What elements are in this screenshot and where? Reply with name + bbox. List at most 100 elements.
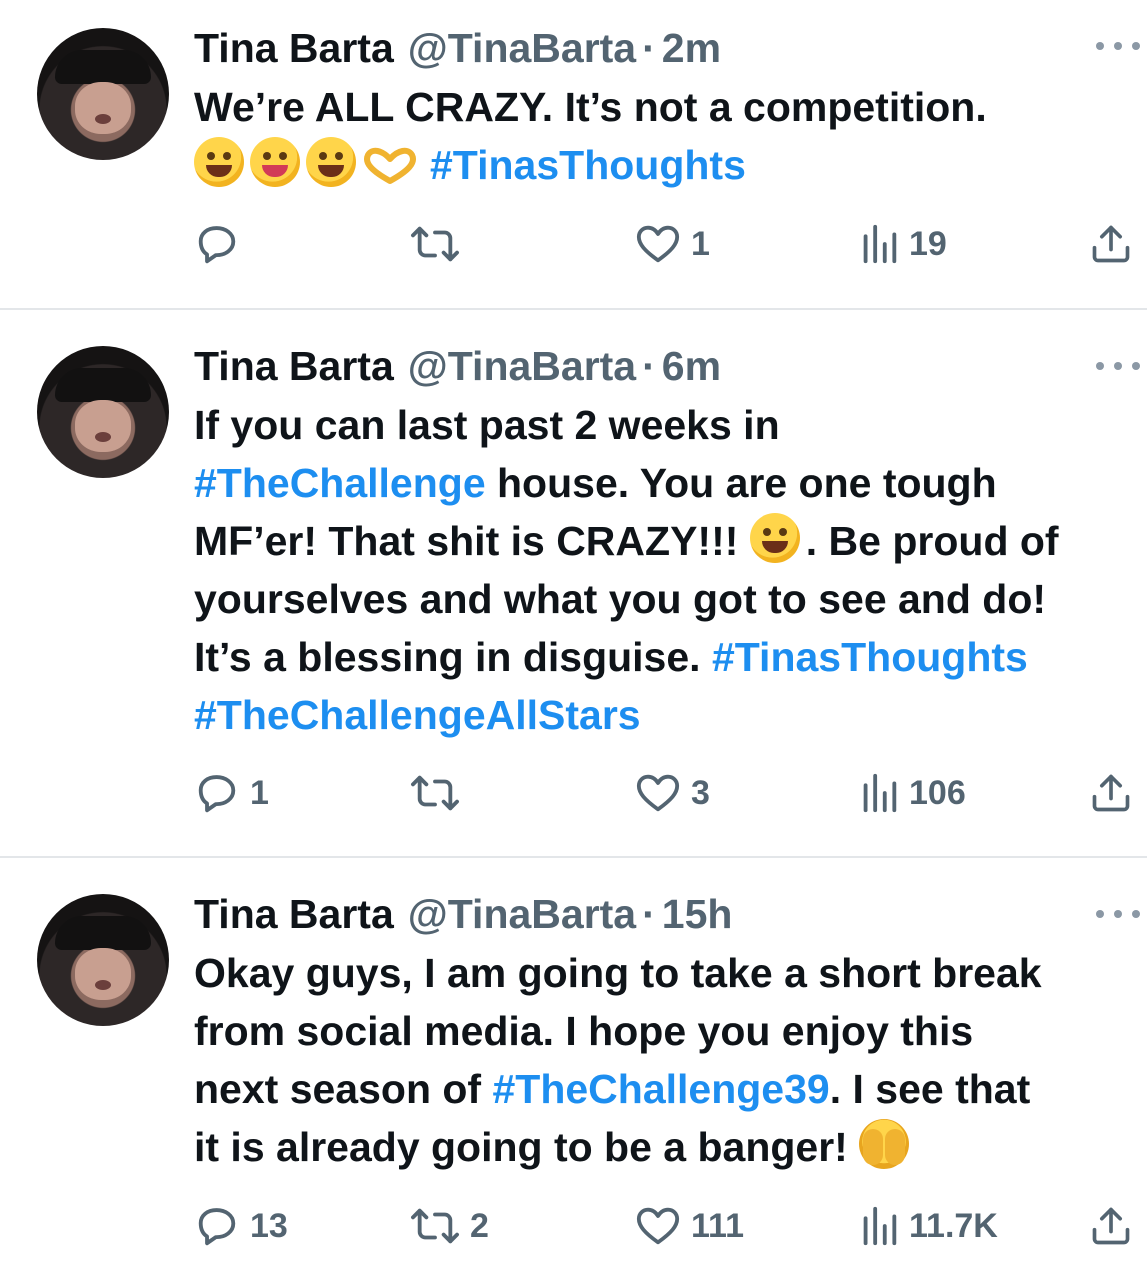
- separator-dot: ·: [642, 24, 656, 71]
- reply-button[interactable]: 1: [194, 768, 269, 818]
- views-button[interactable]: 106: [859, 768, 966, 818]
- author-handle[interactable]: @TinaBarta: [408, 25, 636, 72]
- views-button[interactable]: 19: [859, 219, 947, 269]
- retweet-button[interactable]: [410, 768, 460, 818]
- tweet-actions: 1 3 106: [194, 768, 1139, 818]
- tweet-text-segment: next season of: [194, 1066, 493, 1112]
- author-name[interactable]: Tina Barta: [194, 891, 394, 938]
- tweet-text-line: it is already going to be a banger!: [194, 1118, 1139, 1176]
- zany-face-emoji: [250, 137, 300, 187]
- tweet-text-segment: It’s a blessing in disguise.: [194, 634, 712, 680]
- tweet-text-segment: MF’er! That shit is CRAZY!!!: [194, 518, 750, 564]
- tweet-text-segment: yourselves and what you got to see and d…: [194, 576, 1047, 622]
- separator-dot: ·: [642, 890, 656, 937]
- tweet-text-line: It’s a blessing in disguise. #TinasThoug…: [194, 628, 1139, 686]
- author-handle[interactable]: @TinaBarta: [408, 343, 636, 390]
- tweet-text: Okay guys, I am going to take a short br…: [194, 944, 1139, 1176]
- hashtag-link[interactable]: #TheChallengeAllStars: [194, 692, 641, 738]
- author-name[interactable]: Tina Barta: [194, 343, 394, 390]
- more-options-icon[interactable]: [1096, 904, 1140, 924]
- reply-icon: [194, 770, 240, 816]
- timestamp[interactable]: 2m: [662, 25, 721, 72]
- tweet-text-segment: from social media. I hope you enjoy this: [194, 1008, 974, 1054]
- hashtag-link[interactable]: #TheChallenge: [194, 460, 486, 506]
- reply-count: 1: [250, 773, 269, 812]
- tweet-text-line: Okay guys, I am going to take a short br…: [194, 944, 1139, 1002]
- views-button[interactable]: 11.7K: [859, 1201, 998, 1251]
- retweet-icon: [410, 221, 460, 267]
- views-icon: [859, 1203, 899, 1249]
- tweet-text-line: #TheChallenge house. You are one tough: [194, 454, 1139, 512]
- tweet-text-segment: We’re ALL CRAZY. It’s not a competition.: [194, 84, 987, 130]
- reply-icon: [194, 1203, 240, 1249]
- views-count: 11.7K: [909, 1206, 998, 1245]
- author-name[interactable]: Tina Barta: [194, 25, 394, 72]
- tweet-text-line: #TinasThoughts: [194, 136, 1139, 194]
- reply-count: 13: [250, 1206, 288, 1245]
- retweet-count: 2: [470, 1206, 489, 1245]
- tweet-text-segment: it is already going to be a banger!: [194, 1124, 860, 1170]
- hashtag-link[interactable]: #TheChallenge39: [492, 1066, 829, 1112]
- tweet[interactable]: Tina Barta @TinaBarta · 15h Okay guys, I…: [0, 858, 1147, 1284]
- tweet-actions: 1 19: [194, 219, 1139, 269]
- like-count: 1: [691, 224, 710, 263]
- tweet-header: Tina Barta @TinaBarta · 2m: [194, 22, 721, 74]
- timestamp[interactable]: 15h: [662, 891, 733, 938]
- reply-button[interactable]: [194, 219, 240, 269]
- tweet-header: Tina Barta @TinaBarta · 6m: [194, 340, 721, 392]
- avatar[interactable]: [37, 28, 169, 160]
- more-options-icon[interactable]: [1096, 356, 1140, 376]
- tweet-text-segment: . I see that: [829, 1066, 1031, 1112]
- share-icon: [1089, 221, 1133, 267]
- kissing-face-emoji: [306, 137, 356, 187]
- retweet-icon: [410, 1203, 460, 1249]
- tweet-text: If you can last past 2 weeks in #TheChall…: [194, 396, 1139, 744]
- views-icon: [859, 221, 899, 267]
- tweet-text-line: next season of #TheChallenge39. I see th…: [194, 1060, 1139, 1118]
- tweet-text-line: #TheChallengeAllStars: [194, 686, 1139, 744]
- author-handle[interactable]: @TinaBarta: [408, 891, 636, 938]
- tweet-text-segment: . Be proud of: [805, 518, 1059, 564]
- like-count: 111: [691, 1206, 744, 1245]
- like-button[interactable]: 1: [635, 219, 710, 269]
- avatar[interactable]: [37, 346, 169, 478]
- timestamp[interactable]: 6m: [662, 343, 721, 390]
- tweet[interactable]: Tina Barta @TinaBarta · 6m If you can la…: [0, 310, 1147, 856]
- like-button[interactable]: 111: [635, 1201, 744, 1251]
- like-icon: [635, 1203, 681, 1249]
- like-icon: [635, 221, 681, 267]
- tweet-text-line: If you can last past 2 weeks in: [194, 396, 1139, 454]
- share-icon: [1089, 1203, 1133, 1249]
- hashtag-link[interactable]: #TinasThoughts: [712, 634, 1028, 680]
- tweet-text-line: from social media. I hope you enjoy this: [194, 1002, 1139, 1060]
- tweet-text-segment: Okay guys, I am going to take a short br…: [194, 950, 1042, 996]
- tweet-text-segment: If you can last past 2 weeks in: [194, 402, 780, 448]
- face-with-open-eyes-hand-over-mouth-emoji: [859, 1119, 910, 1169]
- tweet[interactable]: Tina Barta @TinaBarta · 2m We’re ALL CRA…: [0, 0, 1147, 308]
- tweet-text-line: MF’er! That shit is CRAZY!!! . Be proud …: [194, 512, 1139, 570]
- tweet-text-segment: house. You are one tough: [485, 460, 997, 506]
- tweet-text-line: yourselves and what you got to see and d…: [194, 570, 1139, 628]
- heart-hands-emoji: [364, 147, 416, 184]
- retweet-icon: [410, 770, 460, 816]
- tweet-text-line: We’re ALL CRAZY. It’s not a competition.: [194, 78, 1139, 136]
- tweet-actions: 13 2 111 11.7K: [194, 1201, 1139, 1251]
- reply-icon: [194, 221, 240, 267]
- more-options-icon[interactable]: [1096, 36, 1140, 56]
- views-icon: [859, 770, 899, 816]
- share-button[interactable]: [1089, 768, 1133, 818]
- like-count: 3: [691, 773, 710, 812]
- share-button[interactable]: [1089, 219, 1133, 269]
- views-count: 19: [909, 224, 947, 263]
- avatar[interactable]: [37, 894, 169, 1026]
- share-button[interactable]: [1089, 1201, 1133, 1251]
- hashtag-link[interactable]: #TinasThoughts: [430, 142, 746, 188]
- rofl-emoji: [194, 137, 244, 187]
- retweet-button[interactable]: 2: [410, 1201, 489, 1251]
- reply-button[interactable]: 13: [194, 1201, 288, 1251]
- retweet-button[interactable]: [410, 219, 460, 269]
- like-button[interactable]: 3: [635, 768, 710, 818]
- rofl-emoji: [749, 513, 800, 563]
- separator-dot: ·: [642, 342, 656, 389]
- tweet-feed: Tina Barta @TinaBarta · 2m We’re ALL CRA…: [0, 0, 1147, 1284]
